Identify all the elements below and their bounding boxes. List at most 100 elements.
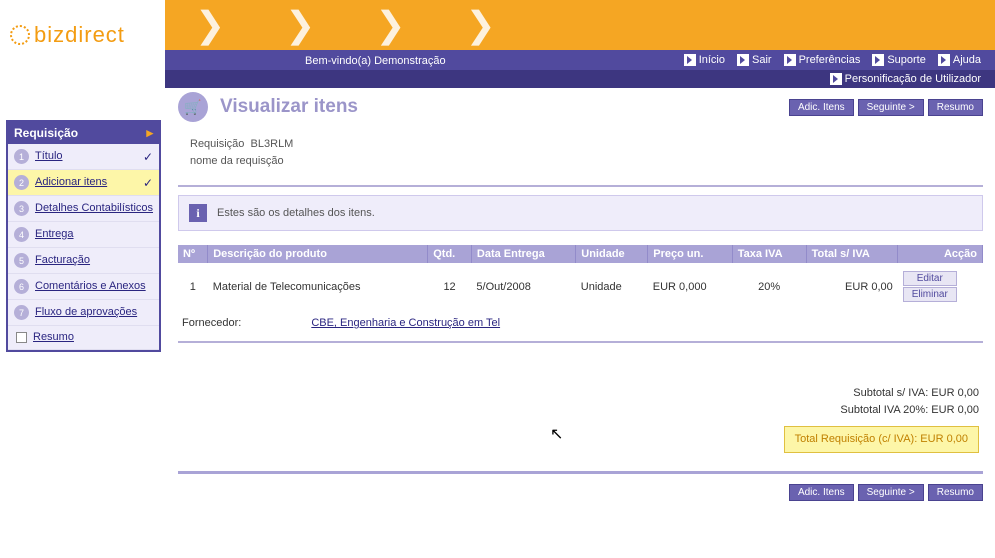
sidebar-title: Requisição ▸ — [8, 122, 159, 144]
editar-button[interactable]: Editar — [903, 271, 957, 286]
nav-inicio[interactable]: Início — [678, 54, 731, 66]
step-number: 4 — [14, 227, 29, 242]
info-bar: i Estes são os detalhes dos itens. — [178, 195, 983, 231]
chevron-icon: ❯ — [195, 4, 225, 46]
step-link[interactable]: Título — [35, 150, 63, 163]
step-link[interactable]: Comentários e Anexos — [35, 280, 146, 293]
seguinte-button[interactable]: Seguinte > — [858, 484, 924, 501]
totals-block: Subtotal s/ IVA: EUR 0,00 Subtotal IVA 2… — [178, 345, 983, 461]
step-link[interactable]: Entrega — [35, 228, 74, 241]
col-desc: Descrição do produto — [208, 245, 428, 263]
check-icon: ✓ — [143, 176, 153, 190]
table-row: 1 Material de Telecomunicações 12 5/Out/… — [178, 263, 983, 311]
top-button-row: Adic. Itens Seguinte > Resumo — [789, 99, 983, 116]
cell-unidade: Unidade — [576, 263, 648, 311]
step-link[interactable]: Facturação — [35, 254, 90, 267]
step-entrega[interactable]: 4 Entrega — [8, 222, 159, 248]
step-adicionar-itens[interactable]: 2 Adicionar itens ✓ — [8, 170, 159, 196]
total-box: Total Requisição (c/ IVA): EUR 0,00 — [784, 426, 979, 453]
col-taxa: Taxa IVA — [732, 245, 806, 263]
cart-icon: 🛒 — [178, 92, 208, 122]
adic-itens-button[interactable]: Adic. Itens — [789, 99, 854, 116]
items-table: Nº Descrição do produto Qtd. Data Entreg… — [178, 245, 983, 311]
step-titulo[interactable]: 1 Título ✓ — [8, 144, 159, 170]
arrow-icon — [872, 54, 884, 66]
welcome-text: Bem-vindo(a) Demonstração — [305, 55, 446, 67]
step-number: 5 — [14, 253, 29, 268]
arrow-icon — [830, 73, 842, 85]
chevron-icon: ❯ — [285, 4, 315, 46]
supplier-row: Fornecedor: CBE, Engenharia e Construção… — [178, 311, 983, 339]
page-title: Visualizar itens — [220, 96, 358, 118]
step-link[interactable]: Fluxo de aprovações — [35, 306, 137, 319]
nav-ajuda[interactable]: Ajuda — [932, 54, 987, 66]
cell-preco: EUR 0,000 — [648, 263, 732, 311]
divider — [178, 185, 983, 187]
cell-no: 1 — [178, 263, 208, 311]
nav-suporte[interactable]: Suporte — [866, 54, 932, 66]
divider — [178, 341, 983, 343]
arrow-icon — [938, 54, 950, 66]
seguinte-button[interactable]: Seguinte > — [858, 99, 924, 116]
step-link[interactable]: Adicionar itens — [35, 176, 107, 189]
main-content: 🛒 Visualizar itens Adic. Itens Seguinte … — [178, 92, 983, 501]
info-message: Estes são os detalhes dos itens. — [217, 207, 375, 219]
table-header-row: Nº Descrição do produto Qtd. Data Entreg… — [178, 245, 983, 263]
subtotal-iva-line: Subtotal IVA 20%: EUR 0,00 — [182, 402, 979, 419]
brand-logo[interactable]: bizdirect — [10, 22, 125, 48]
logo-icon — [10, 25, 30, 45]
req-name: nome da requisção — [190, 155, 284, 167]
subtotal-line: Subtotal s/ IVA: EUR 0,00 — [182, 385, 979, 402]
wizard-sidebar: Requisição ▸ 1 Título ✓ 2 Adicionar iten… — [6, 120, 161, 352]
nav-sair[interactable]: Sair — [731, 54, 778, 66]
supplier-link[interactable]: CBE, Engenharia e Construção em Tel — [311, 317, 500, 329]
chevron-strip: ❯ ❯ ❯ ❯ — [165, 0, 995, 50]
req-id: BL3RLM — [251, 138, 294, 150]
cell-total: EUR 0,00 — [806, 263, 898, 311]
chevron-icon: ❯ — [466, 4, 496, 46]
step-link[interactable]: Resumo — [33, 331, 74, 344]
bottom-button-row: Adic. Itens Seguinte > Resumo — [178, 474, 983, 501]
cell-taxa: 20% — [732, 263, 806, 311]
resumo-button[interactable]: Resumo — [928, 99, 983, 116]
checkbox-icon — [16, 332, 27, 343]
col-preco: Preço un. — [648, 245, 732, 263]
col-no: Nº — [178, 245, 208, 263]
col-unidade: Unidade — [576, 245, 648, 263]
step-aprovacoes[interactable]: 7 Fluxo de aprovações — [8, 300, 159, 326]
adic-itens-button[interactable]: Adic. Itens — [789, 484, 854, 501]
step-resumo[interactable]: Resumo — [8, 326, 159, 350]
header: bizdirect ❯ ❯ ❯ ❯ Bem-vindo(a) Demonstra… — [0, 0, 995, 70]
col-accao: Acção — [898, 245, 983, 263]
resumo-button[interactable]: Resumo — [928, 484, 983, 501]
cell-actions: Editar Eliminar — [898, 263, 983, 311]
header-banner: ❯ ❯ ❯ ❯ Bem-vindo(a) Demonstração Início… — [165, 0, 995, 70]
nav-personificacao[interactable]: Personificação de Utilizador — [824, 73, 987, 85]
step-facturacao[interactable]: 5 Facturação — [8, 248, 159, 274]
cell-qtd: 12 — [428, 263, 472, 311]
cell-desc: Material de Telecomunicações — [208, 263, 428, 311]
col-qtd: Qtd. — [428, 245, 472, 263]
step-comentarios[interactable]: 6 Comentários e Anexos — [8, 274, 159, 300]
top-nav: Início Sair Preferências Suporte Ajuda — [165, 50, 995, 70]
step-link[interactable]: Detalhes Contabilísticos — [35, 202, 153, 215]
top-nav-2: Personificação de Utilizador — [165, 70, 995, 88]
supplier-label: Fornecedor: — [182, 317, 241, 329]
nav-preferencias[interactable]: Preferências — [778, 54, 867, 66]
eliminar-button[interactable]: Eliminar — [903, 287, 957, 302]
step-number: 6 — [14, 279, 29, 294]
requisition-info: Requisição BL3RLM nome da requisção — [178, 132, 983, 183]
arrow-icon — [737, 54, 749, 66]
brand-text: bizdirect — [34, 22, 125, 48]
arrow-icon — [684, 54, 696, 66]
col-data: Data Entrega — [471, 245, 575, 263]
step-detalhes[interactable]: 3 Detalhes Contabilísticos — [8, 196, 159, 222]
step-number: 3 — [14, 201, 29, 216]
arrow-right-icon: ▸ — [146, 125, 153, 141]
step-number: 2 — [14, 175, 29, 190]
check-icon: ✓ — [143, 150, 153, 164]
chevron-icon: ❯ — [375, 4, 405, 46]
arrow-icon — [784, 54, 796, 66]
title-row: 🛒 Visualizar itens Adic. Itens Seguinte … — [178, 92, 983, 122]
cell-data: 5/Out/2008 — [471, 263, 575, 311]
